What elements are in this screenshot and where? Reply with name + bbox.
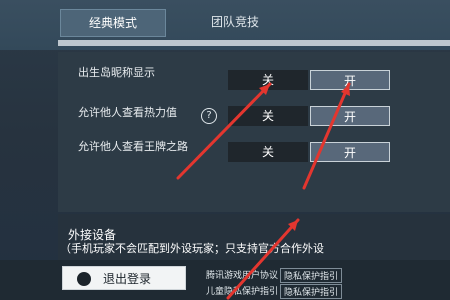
link-privacy-guide-2[interactable]: 隐私保护指引 <box>280 284 343 299</box>
link-child-privacy[interactable]: 儿童隐私保护指引 <box>206 284 278 297</box>
divider-strip <box>58 40 450 46</box>
toggle-off-nickname[interactable]: 关 <box>228 70 308 90</box>
setting-label-heat: 允许他人查看热力值 <box>78 106 177 119</box>
question-mark-icon[interactable]: ? <box>201 108 217 124</box>
toggle-on-ace-road[interactable]: 开 <box>310 142 390 162</box>
toggle-on-heat[interactable]: 开 <box>310 106 390 126</box>
tab-team-battle[interactable]: 团队竞技 <box>190 9 280 35</box>
logout-button[interactable]: 退出登录 <box>62 266 186 290</box>
toggle-off-heat[interactable]: 关 <box>228 106 308 126</box>
external-device-description: （手机玩家不会匹配到外设玩家；只支持官方合作外设 <box>60 242 324 255</box>
tab-classic-mode[interactable]: 经典模式 <box>60 9 166 37</box>
qq-penguin-icon <box>77 272 91 286</box>
toggle-off-ace-road[interactable]: 关 <box>228 142 308 162</box>
logout-label: 退出登录 <box>103 272 152 286</box>
toggle-on-nickname[interactable]: 开 <box>310 70 390 90</box>
link-privacy-guide[interactable]: 隐私保护指引 <box>280 268 343 283</box>
link-user-agreement[interactable]: 腾讯游戏用户协议 <box>206 268 278 281</box>
setting-label-nickname: 出生岛昵称显示 <box>78 66 155 79</box>
setting-label-ace-road: 允许他人查看王牌之路 <box>78 140 188 153</box>
